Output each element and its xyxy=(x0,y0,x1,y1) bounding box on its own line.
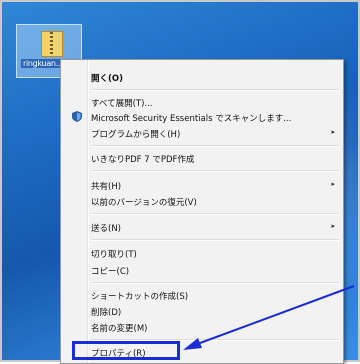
annotation-arrow-icon xyxy=(183,285,355,350)
